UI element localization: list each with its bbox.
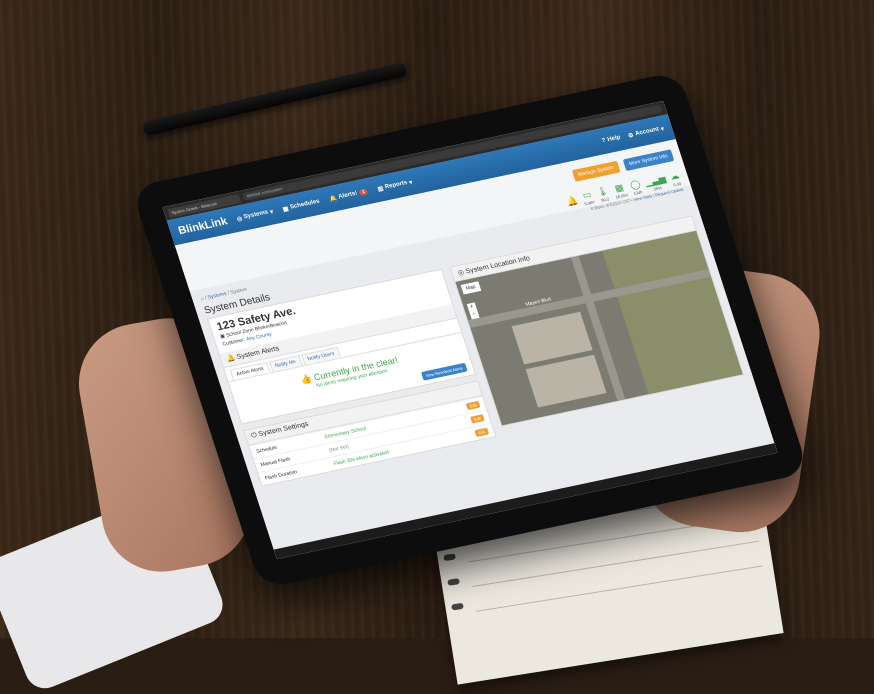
globe-icon: ◎ bbox=[236, 215, 244, 223]
nav-reports[interactable]: ▥ Reports ▾ bbox=[376, 178, 413, 193]
edit-button[interactable]: Edit bbox=[465, 400, 481, 411]
tablet-screen: System Details - BlinkLink blinklink.com… bbox=[162, 100, 778, 560]
bell-status-icon: 🔔 bbox=[565, 194, 580, 207]
question-icon: ? bbox=[601, 137, 607, 145]
calendar-icon: ▦ bbox=[282, 205, 290, 213]
alert-count-badge: 1 bbox=[358, 188, 369, 196]
battery-stat: ▭ 5.08V bbox=[580, 189, 595, 206]
brand-logo[interactable]: BlinkLink bbox=[177, 215, 229, 237]
nav-alerts-label: Alerts! bbox=[337, 190, 359, 201]
zoom-controls[interactable]: + − bbox=[466, 302, 480, 320]
bar-chart-icon: ▥ bbox=[376, 185, 385, 193]
nav-reports-label: Reports bbox=[384, 179, 409, 191]
account-label: Account bbox=[634, 126, 660, 138]
solar-stat: ▦ 16.05V bbox=[611, 182, 628, 200]
nav-systems[interactable]: ◎ Systems ▾ bbox=[236, 208, 274, 222]
nav-schedules[interactable]: ▦ Schedules bbox=[282, 198, 321, 213]
map-building bbox=[525, 354, 607, 408]
account-menu[interactable]: ⚙ Account ▾ bbox=[627, 125, 664, 140]
nav-alerts[interactable]: 🔔 Alerts! 1 bbox=[328, 188, 369, 203]
home-icon[interactable]: ⌂ bbox=[200, 296, 205, 302]
breadcrumb-systems[interactable]: Systems bbox=[207, 291, 228, 301]
map-field bbox=[602, 230, 743, 395]
gear-icon: ⚙ bbox=[627, 132, 635, 140]
temperature-stat: 🌡 80.2 bbox=[595, 185, 611, 203]
nav-systems-label: Systems bbox=[243, 209, 270, 221]
nav-schedules-label: Schedules bbox=[289, 198, 321, 211]
help-label: Help bbox=[606, 134, 622, 144]
power-icon: ⏻ bbox=[250, 431, 258, 440]
breadcrumb-current: System bbox=[229, 286, 248, 296]
more-system-info-button[interactable]: More System Info bbox=[622, 149, 675, 172]
manage-system-button[interactable]: Manage System bbox=[571, 160, 621, 182]
edit-button[interactable]: Edit bbox=[470, 414, 485, 424]
bell-icon: 🔔 bbox=[225, 354, 237, 364]
cloud-stat: ☁ 0.00 bbox=[669, 170, 683, 187]
radio-stat: ◯ 13db bbox=[629, 179, 644, 196]
globe-icon: ◎ bbox=[456, 269, 466, 278]
bell-icon: 🔔 bbox=[328, 195, 338, 203]
map-tab[interactable]: Map bbox=[460, 281, 482, 295]
help-link[interactable]: ? Help bbox=[601, 134, 621, 145]
thumbs-up-icon: 👍 bbox=[299, 373, 314, 386]
edit-button[interactable]: Edit bbox=[474, 427, 490, 437]
